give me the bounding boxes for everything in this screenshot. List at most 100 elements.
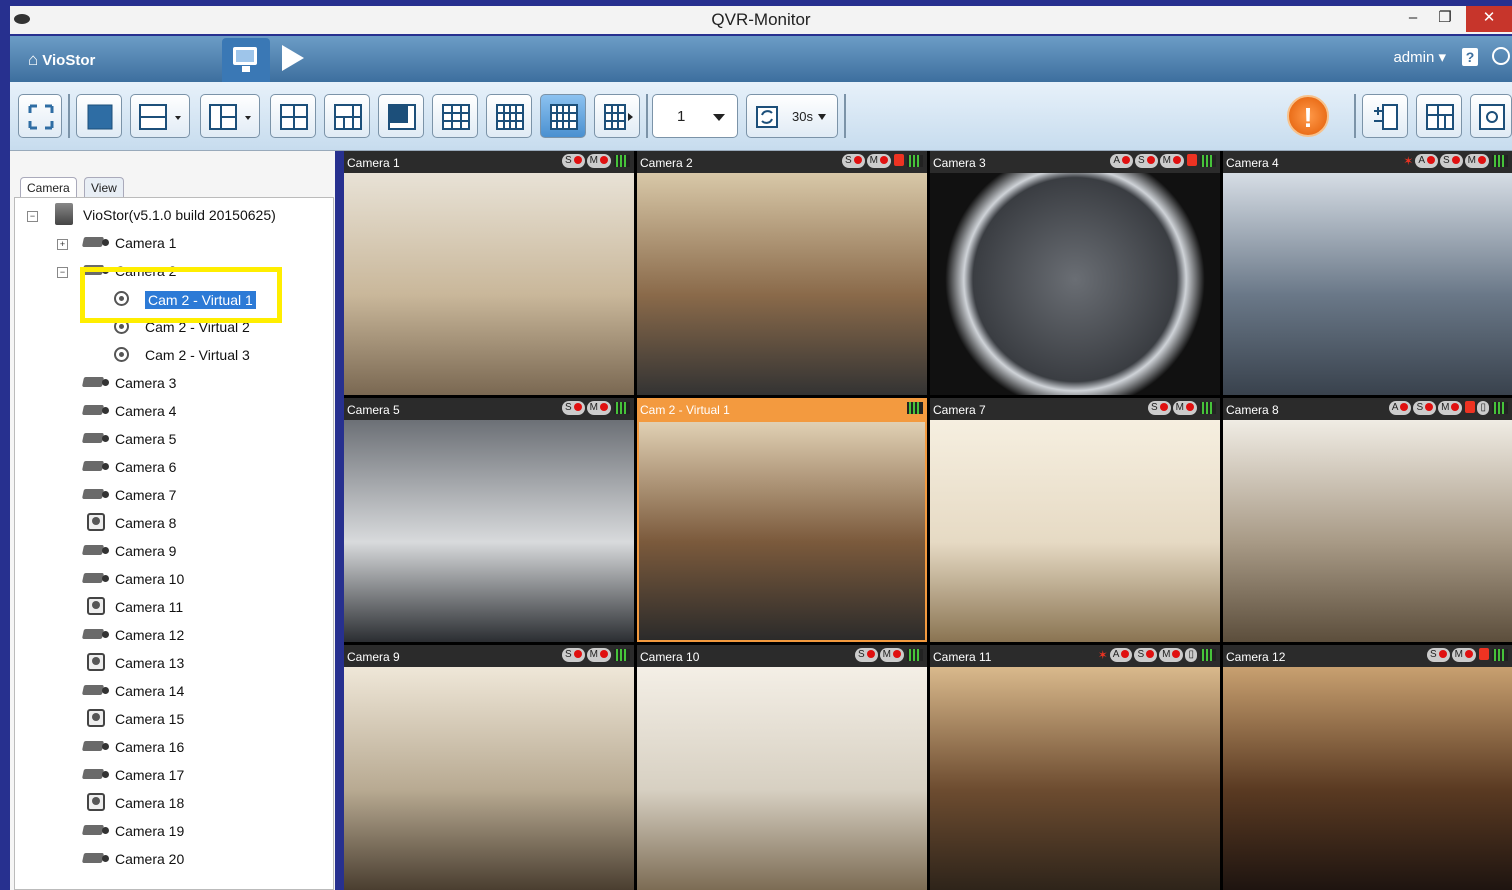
layout-2-button[interactable]	[130, 94, 190, 138]
tree-camera-node[interactable]: Camera 15	[15, 707, 315, 731]
tab-view[interactable]: View	[84, 177, 124, 198]
tree-camera-node[interactable]: Camera 6	[15, 455, 315, 479]
tree-camera-node[interactable]: Camera 16	[15, 735, 315, 759]
tree-camera-node[interactable]: Camera 12	[15, 623, 315, 647]
tree-camera-node[interactable]: Camera 17	[15, 763, 315, 787]
dome-camera-icon	[87, 597, 105, 615]
window: QVR-Monitor – ❐ ✕ ⌂ VioStor admin ▾ ? 1 …	[0, 0, 1512, 890]
camera-icon	[81, 459, 109, 473]
help-icon[interactable]: ?	[1462, 48, 1478, 66]
camera-view-cell[interactable]: Camera 10 S M	[637, 645, 927, 890]
camera-view-cell[interactable]: Camera 12 S M	[1223, 645, 1512, 890]
tree-camera-label: Camera 5	[115, 431, 177, 447]
home-label: VioStor	[42, 52, 96, 69]
camera-video-feed	[344, 420, 634, 642]
layout-6-button[interactable]	[324, 94, 370, 138]
settings-button[interactable]	[1470, 94, 1512, 138]
tree-camera-node[interactable]: Camera 14	[15, 679, 315, 703]
tree-camera-node[interactable]: Camera 3	[15, 371, 315, 395]
page-select-value: 1	[677, 108, 686, 125]
tree-camera-node[interactable]: Camera 11	[15, 595, 315, 619]
status-badges: SM	[1146, 401, 1216, 417]
tree-camera-node[interactable]: Camera 18	[15, 791, 315, 815]
camera-view-cell[interactable]: Camera 1 SM	[344, 151, 634, 395]
layout-10-button[interactable]	[486, 94, 532, 138]
alarm-badge: A	[1388, 401, 1412, 415]
layout-1-button[interactable]	[76, 94, 122, 138]
tree-camera-label: Camera 20	[115, 851, 185, 867]
tree-camera-label: Camera 9	[115, 543, 177, 559]
layout-3-button[interactable]	[200, 94, 260, 138]
motion-badge: M	[586, 648, 611, 662]
tree-camera-node[interactable]: + Camera 1	[15, 231, 315, 255]
collapse-toggle[interactable]: −	[27, 211, 38, 222]
restore-button[interactable]: ❐	[1430, 6, 1460, 32]
recording-badge: S	[1413, 401, 1437, 415]
playback-tab[interactable]	[282, 45, 304, 71]
camera-view-cell[interactable]: Camera 8 A S M ▯	[1223, 398, 1512, 642]
tab-camera[interactable]: Camera	[20, 177, 77, 198]
tree-camera-node[interactable]: Camera 7	[15, 483, 315, 507]
tree-camera-node[interactable]: Camera 5	[15, 427, 315, 451]
camera-view-cell[interactable]: Camera 3 ASM	[930, 151, 1220, 395]
camera-view-cell[interactable]: Camera 4 ✶ A S M	[1223, 151, 1512, 395]
home-link[interactable]: ⌂ VioStor	[28, 50, 95, 70]
layout-12-button[interactable]	[540, 94, 586, 138]
camera-view-cell[interactable]: Cam 2 - Virtual 1	[637, 398, 927, 642]
tree-camera-label: Camera 4	[115, 403, 177, 419]
alarm-badge: A	[1110, 154, 1133, 168]
motion-badge: M	[1172, 401, 1197, 415]
camera-view-name: Camera 2	[640, 156, 693, 170]
alert-icon[interactable]: !	[1287, 95, 1329, 137]
camera-view-cell[interactable]: Camera 9 SM	[344, 645, 634, 890]
tree-camera-node[interactable]: Camera 20	[15, 847, 315, 871]
tree-camera-node[interactable]: Camera 4	[15, 399, 315, 423]
user-menu[interactable]: admin ▾	[1393, 48, 1446, 66]
status-badges: SM	[560, 154, 630, 170]
close-button[interactable]: ✕	[1466, 6, 1512, 32]
tree-camera-node[interactable]: Camera 13	[15, 651, 315, 675]
tree-camera-label: Camera 16	[115, 739, 185, 755]
layout-9-button[interactable]	[432, 94, 478, 138]
tree-camera-node[interactable]: Camera 9	[15, 539, 315, 563]
camera-view-header: Camera 2 SM	[637, 151, 927, 173]
tree-camera-node[interactable]: Camera 8	[15, 511, 315, 535]
status-badges	[904, 401, 923, 417]
camera-view-header: Camera 4 ✶ A S M	[1223, 151, 1512, 173]
minimize-button[interactable]: –	[1398, 6, 1428, 32]
tree-server-node[interactable]: − VioStor(v5.1.0 build 20150625)	[15, 203, 315, 227]
tree-camera-label: Camera 6	[115, 459, 177, 475]
status-badges: SM	[1425, 648, 1508, 664]
motion-badge: M	[586, 401, 611, 415]
live-view-tab[interactable]	[222, 38, 270, 82]
tree-virtual-camera-node[interactable]: Cam 2 - Virtual 3	[15, 343, 315, 367]
page-select[interactable]: 1	[652, 94, 738, 138]
camera-view-name: Camera 4	[1226, 156, 1279, 170]
camera-view-name: Camera 3	[933, 156, 986, 170]
layout-8-button[interactable]	[378, 94, 424, 138]
camera-video-feed	[930, 420, 1220, 642]
motion-icon: ✶	[1403, 154, 1414, 168]
camera-view-cell[interactable]: Camera 11 ✶ A S M ▯	[930, 645, 1220, 890]
tree-camera-node[interactable]: Camera 19	[15, 819, 315, 843]
language-globe-icon[interactable]	[1492, 47, 1510, 65]
layout-4-button[interactable]	[270, 94, 316, 138]
tree-camera-label: Camera 8	[115, 515, 177, 531]
expand-toggle[interactable]: +	[57, 239, 68, 250]
recording-badge: S	[561, 648, 585, 662]
camera-view-cell[interactable]: Camera 7 SM	[930, 398, 1220, 642]
camera-view-cell[interactable]: Camera 5 SM	[344, 398, 634, 642]
sequence-button[interactable]: 30s	[746, 94, 838, 138]
camera-icon	[81, 823, 109, 837]
layout-more-button[interactable]	[594, 94, 640, 138]
tree-camera-node[interactable]: Camera 10	[15, 567, 315, 591]
add-device-button[interactable]	[1362, 94, 1408, 138]
alarm-icon	[1479, 648, 1489, 660]
fullscreen-button[interactable]	[18, 94, 62, 138]
expand-toggle[interactable]: −	[57, 267, 68, 278]
monitor-icon	[233, 47, 257, 65]
motion-badge: M	[866, 154, 891, 168]
camera-view-cell[interactable]: Camera 2 SM	[637, 151, 927, 395]
layout-editor-button[interactable]	[1416, 94, 1462, 138]
camera-icon	[81, 683, 109, 697]
